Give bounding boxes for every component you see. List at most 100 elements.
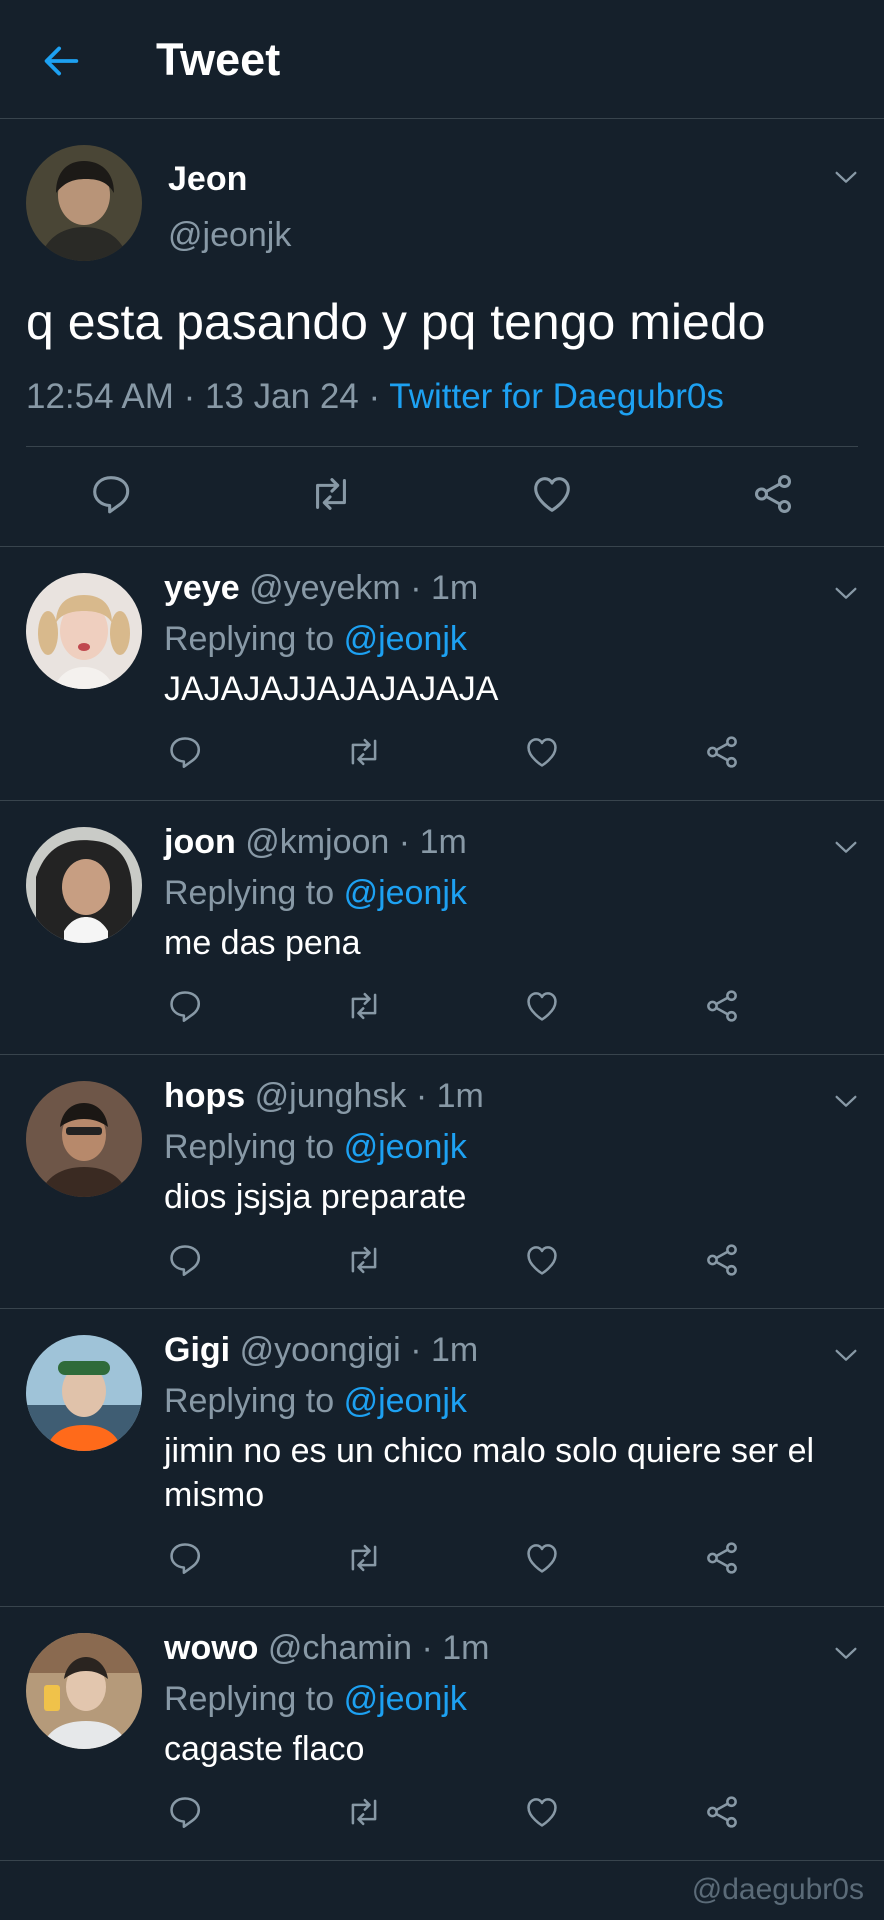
separator: ·	[410, 569, 422, 607]
replying-label: Replying to	[164, 620, 335, 658]
chevron-down-icon[interactable]	[832, 579, 860, 607]
tweet-text: q esta pasando y pq tengo miedo	[26, 294, 766, 350]
separator: ·	[368, 377, 381, 416]
reply-icon[interactable]	[166, 1793, 204, 1831]
reply-time: 1m	[442, 1629, 490, 1667]
share-icon[interactable]	[703, 987, 741, 1025]
share-icon[interactable]	[703, 1539, 741, 1577]
reply-tweet[interactable]: yeye @yeyekm · 1m Replying to @jeonjk JA…	[0, 547, 884, 801]
replying-to: Replying to @jeonjk	[164, 1126, 467, 1168]
reply-header: Gigi @yoongigi · 1m	[164, 1329, 478, 1371]
mention-link[interactable]: @jeonjk	[344, 1680, 467, 1718]
page-title: Tweet	[156, 34, 281, 85]
tweet-source-link[interactable]: Twitter for Daegubr0s	[389, 377, 724, 416]
share-icon[interactable]	[703, 733, 741, 771]
main-tweet: Jeon @jeonjk q esta pasando y pq tengo m…	[0, 119, 884, 547]
chevron-down-icon[interactable]	[832, 1087, 860, 1115]
reply-time: 1m	[419, 823, 467, 861]
reply-text: jimin no es un chico malo solo quiere se…	[164, 1432, 815, 1514]
avatar[interactable]	[26, 1335, 142, 1451]
arrow-left-icon[interactable]	[38, 38, 84, 84]
retweet-icon[interactable]	[345, 1539, 383, 1577]
reply-header: yeye @yeyekm · 1m	[164, 567, 478, 609]
avatar[interactable]	[26, 1081, 142, 1197]
reply-author-name[interactable]: wowo	[164, 1629, 258, 1667]
chevron-down-icon[interactable]	[832, 833, 860, 861]
separator: ·	[410, 1331, 422, 1369]
tweet-meta: 12:54 AM · 13 Jan 24 · Twitter for Daegu…	[26, 375, 724, 419]
retweet-icon[interactable]	[345, 1793, 383, 1831]
reply-author-handle[interactable]: @yoongigi	[240, 1331, 401, 1369]
like-icon[interactable]	[523, 1539, 561, 1577]
like-icon[interactable]	[523, 1793, 561, 1831]
reply-header: hops @junghsk · 1m	[164, 1075, 484, 1117]
reply-icon[interactable]	[166, 987, 204, 1025]
reply-tweet[interactable]: hops @junghsk · 1m Replying to @jeonjk d…	[0, 1055, 884, 1309]
reply-time: 1m	[430, 1331, 479, 1369]
replying-label: Replying to	[164, 1680, 335, 1718]
reply-author-handle[interactable]: @chamin	[268, 1629, 412, 1667]
reply-author-name[interactable]: yeye	[164, 569, 240, 607]
reply-icon[interactable]	[166, 1241, 204, 1279]
reply-tweet[interactable]: wowo @chamin · 1m Replying to @jeonjk ca…	[0, 1607, 884, 1861]
replying-to: Replying to @jeonjk	[164, 1678, 467, 1720]
share-icon[interactable]	[703, 1241, 741, 1279]
like-icon[interactable]	[523, 1241, 561, 1279]
avatar[interactable]	[26, 827, 142, 943]
reply-author-name[interactable]: joon	[164, 823, 236, 861]
author-handle[interactable]: @jeonjk	[168, 215, 291, 255]
reply-author-handle[interactable]: @junghsk	[255, 1077, 407, 1115]
share-icon[interactable]	[750, 471, 796, 517]
reply-author-handle[interactable]: @kmjoon	[245, 823, 389, 861]
separator: ·	[183, 377, 196, 416]
replying-to: Replying to @jeonjk	[164, 1380, 467, 1422]
separator: ·	[415, 1077, 428, 1115]
reply-icon[interactable]	[88, 471, 134, 517]
reply-tweet[interactable]: Gigi @yoongigi · 1m Replying to @jeonjk …	[0, 1309, 884, 1607]
reply-time: 1m	[430, 569, 479, 607]
like-icon[interactable]	[523, 733, 561, 771]
avatar[interactable]	[26, 1633, 142, 1749]
divider	[26, 446, 858, 447]
reply-time: 1m	[436, 1077, 484, 1115]
share-icon[interactable]	[703, 1793, 741, 1831]
reply-icon[interactable]	[166, 1539, 204, 1577]
mention-link[interactable]: @jeonjk	[344, 1382, 467, 1420]
replying-label: Replying to	[164, 874, 335, 912]
mention-link[interactable]: @jeonjk	[344, 874, 467, 912]
reply-author-handle[interactable]: @yeyekm	[249, 569, 401, 607]
separator: ·	[421, 1629, 433, 1667]
chevron-down-icon[interactable]	[832, 1341, 860, 1369]
retweet-icon[interactable]	[308, 471, 354, 517]
reply-text: me das pena	[164, 924, 361, 962]
tweet-date: 13 Jan 24	[205, 377, 359, 416]
reply-header: wowo @chamin · 1m	[164, 1627, 489, 1669]
author-name[interactable]: Jeon	[168, 159, 247, 199]
avatar[interactable]	[26, 145, 142, 261]
top-bar: Tweet	[0, 0, 884, 119]
like-icon[interactable]	[523, 987, 561, 1025]
retweet-icon[interactable]	[345, 733, 383, 771]
separator: ·	[398, 823, 411, 861]
reply-text: cagaste flaco	[164, 1730, 365, 1768]
replying-to: Replying to @jeonjk	[164, 872, 467, 914]
reply-text: JAJAJAJJAJAJAJAJA	[164, 670, 499, 708]
reply-text: dios jsjsja preparate	[164, 1178, 467, 1216]
chevron-down-icon[interactable]	[832, 163, 860, 191]
reply-author-name[interactable]: hops	[164, 1077, 245, 1115]
chevron-down-icon[interactable]	[832, 1639, 860, 1667]
reply-header: joon @kmjoon · 1m	[164, 821, 467, 863]
retweet-icon[interactable]	[345, 1241, 383, 1279]
like-icon[interactable]	[529, 471, 575, 517]
retweet-icon[interactable]	[345, 987, 383, 1025]
replying-label: Replying to	[164, 1382, 335, 1420]
replying-label: Replying to	[164, 1128, 335, 1166]
mention-link[interactable]: @jeonjk	[344, 620, 467, 658]
reply-icon[interactable]	[166, 733, 204, 771]
avatar[interactable]	[26, 573, 142, 689]
tweet-time: 12:54 AM	[26, 377, 174, 416]
reply-author-name[interactable]: Gigi	[164, 1331, 230, 1369]
mention-link[interactable]: @jeonjk	[344, 1128, 467, 1166]
replying-to: Replying to @jeonjk	[164, 618, 467, 660]
reply-tweet[interactable]: joon @kmjoon · 1m Replying to @jeonjk me…	[0, 801, 884, 1055]
